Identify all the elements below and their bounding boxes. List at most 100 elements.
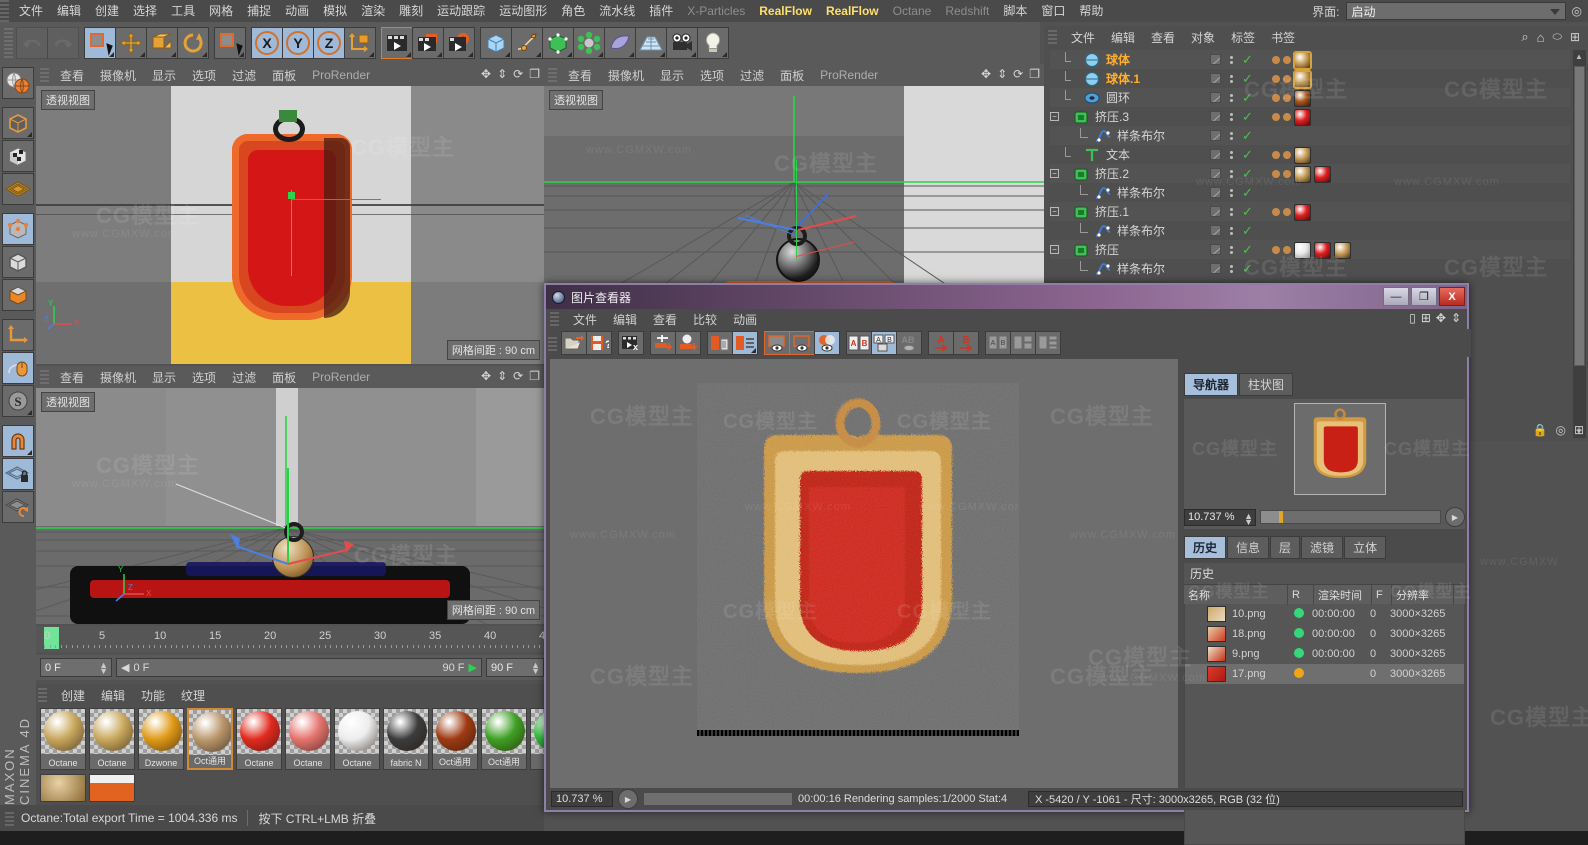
tree-control[interactable]: −: [1050, 240, 1072, 259]
picture-viewer-window[interactable]: 图片查看器 — ❐ X 文件 编辑 查看 比较 动画 ▯ ⊞ ✥ ⇕ ?: [544, 283, 1471, 845]
vp1-menu-display[interactable]: 显示: [144, 67, 184, 84]
material-swatch[interactable]: Octane: [89, 708, 135, 770]
editor-visibility-toggle[interactable]: [1210, 168, 1221, 179]
editor-visibility-toggle[interactable]: [1210, 244, 1221, 255]
object-row[interactable]: 样条布尔 ✓: [1050, 259, 1570, 278]
lock-z-axis-button[interactable]: Z: [313, 27, 345, 59]
history-tab-2[interactable]: 层: [1270, 536, 1301, 559]
maximize-button[interactable]: ❐: [1411, 287, 1437, 306]
menu-item-17[interactable]: RealFlow: [752, 0, 819, 22]
vp2-maximize-icon[interactable]: ❐: [1029, 67, 1040, 81]
obj-menu-bookmark[interactable]: 书签: [1263, 29, 1303, 46]
polygons-mode-button[interactable]: [2, 279, 34, 311]
tree-control[interactable]: [1061, 88, 1083, 107]
image-list-button[interactable]: [732, 331, 758, 355]
vp1-menu-panel[interactable]: 面板: [264, 67, 304, 84]
show-alpha-button[interactable]: [764, 331, 790, 355]
rendered-image[interactable]: CG模型主 CG模型主 CG模型主 CG模型主 www.CGMXW.com ww…: [697, 383, 1019, 736]
expand-icon[interactable]: ⊞: [1570, 30, 1580, 44]
expand-collapse-icon[interactable]: −: [1050, 112, 1059, 121]
menu-item-10[interactable]: 雕刻: [392, 0, 430, 22]
tree-control[interactable]: [1061, 145, 1083, 164]
tag-icon[interactable]: [1283, 56, 1291, 64]
menu-item-16[interactable]: X-Particles: [680, 0, 752, 22]
link-icon[interactable]: ⬭: [1553, 31, 1562, 44]
pv-zoom-field[interactable]: 10.737 %: [551, 791, 613, 807]
material-tag-icon[interactable]: [1294, 108, 1311, 126]
scroll-thumb[interactable]: [1574, 66, 1585, 366]
obj-menu-file[interactable]: 文件: [1063, 29, 1103, 46]
home-icon[interactable]: ⌂: [1537, 30, 1545, 45]
history-tab-4[interactable]: 立体: [1344, 536, 1387, 559]
current-frame-spinner[interactable]: ▲ ▼: [99, 661, 108, 676]
expand-collapse-icon[interactable]: −: [1050, 169, 1059, 178]
add-floor-button[interactable]: [635, 27, 667, 59]
make-editable-button[interactable]: [2, 67, 34, 99]
obj-menu-edit[interactable]: 编辑: [1103, 29, 1143, 46]
history-row[interactable]: 10.png 00:00:00 0 3000×3265: [1185, 604, 1464, 624]
layout-stack-button[interactable]: [1035, 331, 1061, 355]
material-swatch-row2[interactable]: [89, 774, 135, 802]
vp3-menu-filter[interactable]: 过滤: [224, 369, 264, 386]
live-selection-tool[interactable]: [84, 27, 116, 59]
tree-control[interactable]: [1061, 50, 1083, 69]
tag-icon[interactable]: [1272, 151, 1280, 159]
vp2-menu-display[interactable]: 显示: [652, 67, 692, 84]
object-name[interactable]: 样条布尔: [1117, 184, 1165, 201]
tag-icon[interactable]: [1283, 170, 1291, 178]
object-name[interactable]: 球体: [1106, 51, 1130, 68]
object-name[interactable]: 文本: [1106, 146, 1130, 163]
points-mode-button[interactable]: [2, 213, 34, 245]
menu-item-3[interactable]: 选择: [126, 0, 164, 22]
picture-viewer-image-pane[interactable]: CG模型主 CG模型主 CG模型主 CG模型主 www.CGMXW.com ww…: [550, 359, 1178, 790]
enable-checkmark-icon[interactable]: ✓: [1242, 167, 1253, 180]
material-swatch[interactable]: Dzwone: [138, 708, 184, 770]
add-cube-button[interactable]: [480, 27, 512, 59]
render-dots-icon[interactable]: [1230, 131, 1233, 140]
add-camera-button[interactable]: [666, 27, 698, 59]
close-image-button[interactable]: x: [618, 331, 644, 355]
timeline-ruler[interactable]: 051015202530354045: [36, 626, 568, 652]
obj-menu-tag[interactable]: 标签: [1223, 29, 1263, 46]
object-name[interactable]: 圆环: [1106, 89, 1130, 106]
vp2-menu-view[interactable]: 查看: [560, 67, 600, 84]
vp1-maximize-icon[interactable]: ❐: [529, 67, 540, 81]
tag-icon[interactable]: [1272, 75, 1280, 83]
editor-visibility-toggle[interactable]: [1210, 92, 1221, 103]
history-row[interactable]: 9.png 00:00:00 0 3000×3265: [1185, 644, 1464, 664]
send-to-ram-button[interactable]: [675, 331, 701, 355]
target-icon[interactable]: ◎: [1555, 423, 1565, 437]
split-view-icon[interactable]: ▯: [1409, 311, 1416, 325]
vp1-pan-icon[interactable]: ✥: [481, 67, 491, 81]
set-a-button[interactable]: A: [928, 331, 954, 355]
add-layer-icon[interactable]: ⊞: [1574, 423, 1584, 437]
toolbar-grip[interactable]: [4, 28, 13, 58]
scroll-up-arrow[interactable]: ▲: [1575, 52, 1583, 61]
history-column-header[interactable]: F: [1372, 584, 1392, 605]
move-tool[interactable]: [115, 27, 147, 59]
pv-menu-compare[interactable]: 比较: [685, 311, 725, 328]
compare-ab-view-button[interactable]: AB: [896, 331, 922, 355]
history-tab-1[interactable]: 信息: [1227, 536, 1270, 559]
menu-item-5[interactable]: 网格: [202, 0, 240, 22]
enable-checkmark-icon[interactable]: ✓: [1242, 110, 1253, 123]
undo-button[interactable]: [16, 27, 48, 59]
menu-item-4[interactable]: 工具: [164, 0, 202, 22]
lock-workplane-button[interactable]: [2, 458, 34, 490]
history-row[interactable]: 17.png 0 3000×3265: [1185, 664, 1464, 684]
object-name[interactable]: 挤压: [1095, 241, 1119, 258]
object-name[interactable]: 挤压.2: [1095, 165, 1129, 182]
pv-menu-edit[interactable]: 编辑: [605, 311, 645, 328]
menu-item-22[interactable]: 窗口: [1034, 0, 1072, 22]
tree-control[interactable]: [1072, 259, 1094, 278]
vp2-pan-icon[interactable]: ✥: [981, 67, 991, 81]
tree-control[interactable]: [1072, 126, 1094, 145]
vp3-menu-prorender[interactable]: ProRender: [304, 370, 378, 384]
workplane-button[interactable]: [2, 173, 34, 205]
vp2-menu-camera[interactable]: 摄像机: [600, 67, 652, 84]
enable-checkmark-icon[interactable]: ✓: [1242, 148, 1253, 161]
render-dots-icon[interactable]: [1230, 74, 1233, 83]
object-row[interactable]: 圆环 ✓: [1050, 88, 1570, 107]
vp3-menu-panel[interactable]: 面板: [264, 369, 304, 386]
object-row[interactable]: 样条布尔 ✓: [1050, 126, 1570, 145]
